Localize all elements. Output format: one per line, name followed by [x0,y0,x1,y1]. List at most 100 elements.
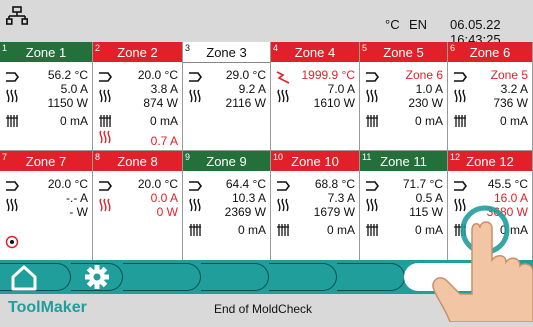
arrow-icon [188,70,202,84]
zone-card[interactable]: 8 Zone 8 20.0 °C 0.0 A0 W [93,150,183,260]
zone-name: Zone 5 [383,45,424,60]
zone-current: 3.2 A [500,82,528,96]
zig-sensor-icon [276,70,290,84]
zone-header[interactable]: 5 Zone 5 [360,42,447,62]
zone-milliamps: 0 mA [414,114,443,128]
zone-header[interactable]: 12 Zone 12 [448,151,532,171]
zone-header[interactable]: 11 Zone 11 [360,151,447,171]
hand-pointer-icon [430,200,533,323]
zone-temperature: 64.4 °C [225,177,266,191]
thermocouple-icon [276,223,290,237]
network-icon[interactable] [6,6,29,26]
thermocouple-icon [365,223,379,237]
zone-card[interactable]: 5 Zone 5 Zone 6 1.0 A 230 W 0 mA [360,42,448,150]
zone-card[interactable]: 4 Zone 4 1999.9 °C 7.0 A 1610 W [271,42,360,150]
zone-temperature: 1999.9 °C [301,68,355,82]
zone-current: 9.2 A [238,82,266,96]
zone-temperature: 20.0 °C [137,68,178,82]
zone-power: 2116 W [225,96,266,110]
arrow-icon [5,179,19,193]
zone-card[interactable]: 9 Zone 9 64.4 °C 10.3 A 2369 W 0 mA [183,150,271,260]
zone-milliamps: 0 mA [59,114,88,128]
arrow-icon [453,179,467,193]
thermocouple-icon [365,114,379,128]
zone-name: Zone 3 [206,45,247,60]
sensor-alert-icon [5,235,19,249]
arrow-icon [98,179,112,193]
brand-logo: ToolMaker [8,299,87,316]
zone-temperature: 20.0 °C [137,177,178,191]
thermocouple-icon [188,223,202,237]
zone-power: 1610 W [313,96,355,110]
zone-current: 5.0 A [60,82,88,96]
zone-current: -.- A [65,191,88,205]
arrow-icon [98,70,112,84]
zone-temperature: Zone 6 [405,68,443,82]
nav-segment-5[interactable] [269,263,337,291]
zone-header[interactable]: 4 Zone 4 [271,42,359,62]
zone-current: 3.8 A [150,82,178,96]
zone-temperature: 71.7 °C [402,177,443,191]
gear-icon[interactable] [82,263,112,291]
top-bar: °C EN 06.05.22 16:43:25 [0,0,533,47]
language-selector[interactable]: EN [409,17,427,32]
zone-header[interactable]: 7 Zone 7 [0,151,92,171]
zone-header[interactable]: 9 Zone 9 [183,151,270,171]
arrow-icon [365,70,379,84]
zone-current: 0.0 A [150,191,178,205]
zone-current: 1.0 A [415,82,443,96]
zone-name: Zone 11 [380,154,427,169]
zone-header[interactable]: 2 Zone 2 [93,42,182,62]
zone-card[interactable]: 10 Zone 10 68.8 °C 7.3 A 1679 W 0 mA [271,150,360,260]
zone-header[interactable]: 3 Zone 3 [183,42,270,63]
zone-milliamps: 0 mA [499,114,528,128]
zone-card[interactable]: 2 Zone 2 20.0 °C 3.8 A 874 W 0 mA 0.7 A [93,42,183,150]
arrow-icon [5,70,19,84]
zone-name: Zone 9 [206,154,247,169]
heater-icon [188,198,202,212]
zone-current: 10.3 A [231,191,266,205]
zone-temperature: 20.0 °C [47,177,88,191]
home-icon[interactable] [8,263,40,291]
zone-current: 7.3 A [327,191,355,205]
zone-header[interactable]: 1 Zone 1 [0,42,92,62]
heater-icon [188,89,202,103]
zone-power: 1150 W [47,96,88,110]
zone-temperature: 68.8 °C [314,177,355,191]
zone-name: Zone 7 [25,154,67,169]
heater-icon [365,89,379,103]
zone-current: 7.0 A [327,82,355,96]
zone-power: 874 W [143,96,178,110]
zone-temperature: 45.5 °C [487,177,528,191]
zone-power: 736 W [493,96,528,110]
arrow-icon [365,179,379,193]
zone-name: Zone 8 [117,154,158,169]
heater-icon [5,198,19,212]
zone-milliamps: 0 mA [237,223,266,237]
zone-milliamps: 0 mA [326,223,355,237]
zone-name: Zone 2 [117,45,158,60]
zone-milliamps: 0 mA [149,114,178,128]
nav-segment-3[interactable] [123,263,201,291]
zone-card[interactable]: 6 Zone 6 Zone 5 3.2 A 736 W 0 mA [448,42,533,150]
zone-power: 1679 W [313,205,355,219]
zone-card[interactable]: 3 Zone 3 29.0 °C 9.2 A 2116 W [183,42,271,150]
nav-segment-6[interactable] [337,263,405,291]
zone-temperature: 56.2 °C [47,68,88,82]
heater-icon [5,89,19,103]
temperature-unit[interactable]: °C [385,17,400,32]
zone-card[interactable]: 1 Zone 1 56.2 °C 5.0 A 1150 W 0 mA [0,42,93,150]
zone-name: Zone 10 [291,154,339,169]
zone-card[interactable]: 7 Zone 7 20.0 °C -.- A- W [0,150,93,260]
heater-icon [276,198,290,212]
status-message: End of MoldCheck [214,302,313,316]
zone-name: Zone 1 [25,45,67,60]
zone-header[interactable]: 8 Zone 8 [93,151,182,171]
heater-icon [98,89,112,103]
heater-icon [365,198,379,212]
zone-header[interactable]: 10 Zone 10 [271,151,359,171]
heater-alert-icon [98,198,112,212]
nav-segment-4[interactable] [201,263,269,291]
zone-header[interactable]: 6 Zone 6 [448,42,532,62]
heater-alert-icon [98,130,112,144]
